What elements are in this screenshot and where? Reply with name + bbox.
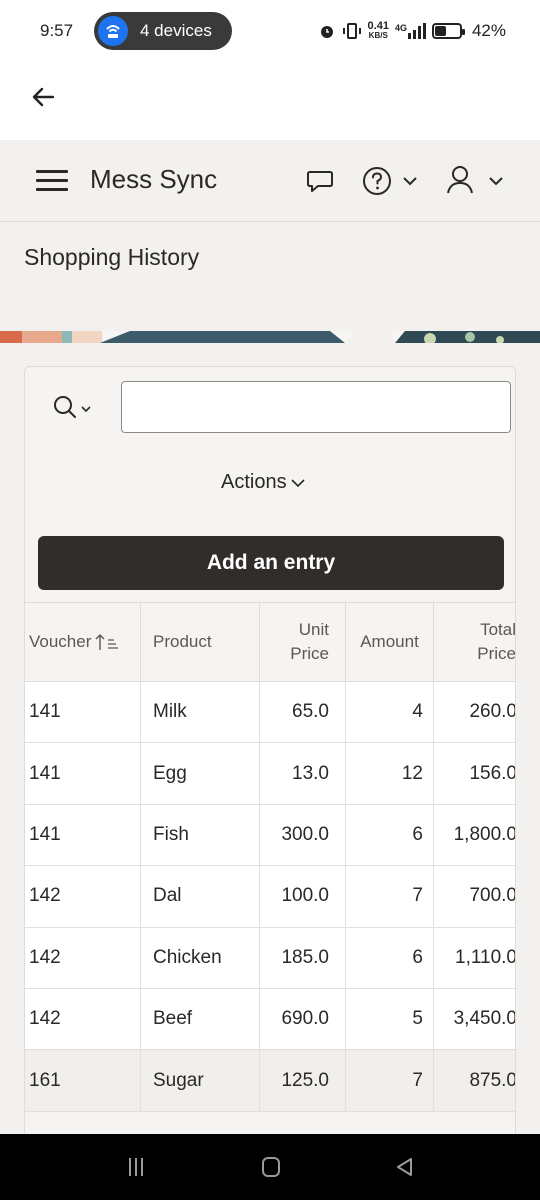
table-row[interactable]: 142 Beef 690.0 5 3,450.0 [25, 988, 516, 1051]
cell-amount: 5 [346, 988, 434, 1050]
report-region: Actions Add an entry Voucher Product Uni… [24, 366, 516, 1146]
net-speed: 0.41 KB/S [368, 21, 389, 41]
hotspot-icon [98, 16, 128, 46]
cell-voucher: 142 [25, 988, 141, 1050]
actions-label: Actions [221, 471, 287, 493]
cell-voucher: 142 [25, 927, 141, 988]
app-title: Mess Sync [90, 164, 218, 194]
cell-amount: 6 [346, 927, 434, 988]
cell-unit-price: 13.0 [260, 743, 346, 804]
cell-amount: 6 [346, 804, 434, 866]
sort-ascending-icon [95, 634, 119, 650]
table-body: 141 Milk 65.0 4 260.0 141 Egg 13.0 12 156.0 141 Fis… [25, 682, 516, 1112]
system-navigation-bar [0, 1134, 540, 1200]
app-header: Mess Sync [0, 140, 540, 222]
cell-product: Sugar [141, 1050, 260, 1111]
column-header-product[interactable]: Product [141, 603, 260, 681]
cell-product: Beef [141, 988, 260, 1050]
cell-unit-price: 300.0 [260, 804, 346, 866]
column-header-label: Price [290, 644, 329, 663]
table-row[interactable]: 141 Egg 13.0 12 156.0 [25, 743, 516, 805]
net-speed-value: 0.41 [367, 20, 389, 32]
cell-total-price: 260.0 [469, 701, 516, 723]
cell-voucher: 142 [25, 866, 141, 927]
column-header-amount[interactable]: Amount [346, 603, 434, 681]
status-bar: 9:57 4 devices 0.41 KB/S 4G 42% [0, 0, 540, 62]
cell-total-price: 700.0 [469, 885, 516, 907]
table-row[interactable]: 142 Chicken 185.0 6 1,110.0 [25, 927, 516, 989]
question-circle-icon[interactable] [361, 165, 393, 197]
recent-apps-icon[interactable] [124, 1156, 148, 1178]
add-entry-button[interactable]: Add an entry [38, 536, 504, 590]
column-header-voucher[interactable]: Voucher [25, 603, 141, 681]
column-header-label: Unit [298, 620, 329, 639]
hotspot-label: 4 devices [140, 21, 212, 40]
column-header-label: Amount [360, 632, 419, 651]
arrow-left-icon[interactable] [28, 82, 58, 112]
search-icon[interactable] [51, 393, 101, 423]
cell-total-price: 156.0 [469, 762, 516, 784]
cell-voucher: 141 [25, 743, 141, 804]
cell-unit-price: 125.0 [260, 1050, 346, 1111]
hamburger-icon[interactable] [36, 170, 68, 192]
cell-unit-price: 100.0 [260, 866, 346, 927]
cell-total-price: 3,450.0 [453, 1008, 516, 1030]
alarm-icon [320, 26, 333, 38]
home-icon[interactable] [259, 1156, 283, 1178]
chevron-down-icon[interactable] [488, 175, 504, 187]
chevron-down-icon[interactable] [402, 175, 418, 187]
battery-icon [431, 23, 465, 39]
column-header-label: Price [477, 644, 516, 663]
column-header-unit-price[interactable]: Unit Price [260, 603, 346, 681]
table-row[interactable]: 161 Sugar 125.0 7 875.0 [25, 1050, 516, 1112]
user-icon[interactable] [445, 164, 475, 196]
cell-total-price: 1,800.0 [453, 823, 516, 845]
column-header-label: Total [480, 620, 516, 639]
cell-unit-price: 65.0 [260, 682, 346, 743]
cell-voucher: 141 [25, 804, 141, 866]
chat-bubble-icon[interactable] [305, 166, 335, 196]
hotspot-indicator[interactable]: 4 devices [94, 12, 232, 50]
status-icons: 0.41 KB/S 4G 42% [318, 0, 506, 62]
network-type: 4G [395, 23, 426, 39]
decorative-banner [0, 331, 540, 343]
shopping-history-table: Voucher Product Unit Price Amount Total … [25, 602, 516, 1112]
cell-amount: 12 [346, 743, 434, 804]
cell-total-price: 875.0 [469, 1069, 516, 1091]
cell-unit-price: 690.0 [260, 988, 346, 1050]
column-header-label: Voucher [29, 632, 92, 651]
back-triangle-icon[interactable] [394, 1156, 416, 1178]
browser-back-bar [0, 62, 540, 140]
actions-menu-button[interactable]: Actions [221, 471, 305, 494]
vibrate-icon [342, 23, 361, 39]
network-type-label: 4G [394, 23, 407, 33]
table-header-row: Voucher Product Unit Price Amount Total … [25, 602, 516, 682]
table-row[interactable]: 141 Fish 300.0 6 1,800.0 [25, 804, 516, 867]
cell-amount: 4 [346, 682, 434, 743]
table-row[interactable]: 142 Dal 100.0 7 700.0 [25, 866, 516, 928]
table-row[interactable]: 141 Milk 65.0 4 260.0 [25, 682, 516, 744]
cell-product: Fish [141, 804, 260, 866]
cell-amount: 7 [346, 1050, 434, 1111]
status-time: 9:57 [40, 21, 74, 40]
cell-amount: 7 [346, 866, 434, 927]
signal-icon [407, 23, 426, 39]
cell-voucher: 141 [25, 682, 141, 743]
page-title: Shopping History [24, 244, 200, 270]
cell-product: Milk [141, 682, 260, 743]
cell-voucher: 161 [25, 1050, 141, 1111]
chevron-down-icon [291, 478, 305, 487]
net-speed-unit: KB/S [368, 31, 388, 40]
column-header-total-price[interactable]: Total Price [434, 603, 516, 681]
search-input[interactable] [121, 381, 511, 433]
cell-product: Egg [141, 743, 260, 804]
cell-unit-price: 185.0 [260, 927, 346, 988]
cell-total-price: 1,110.0 [455, 946, 516, 968]
cell-product: Dal [141, 866, 260, 927]
column-header-label: Product [153, 632, 212, 651]
cell-product: Chicken [141, 927, 260, 988]
battery-percent: 42% [471, 21, 506, 40]
battery-fill [434, 26, 446, 36]
